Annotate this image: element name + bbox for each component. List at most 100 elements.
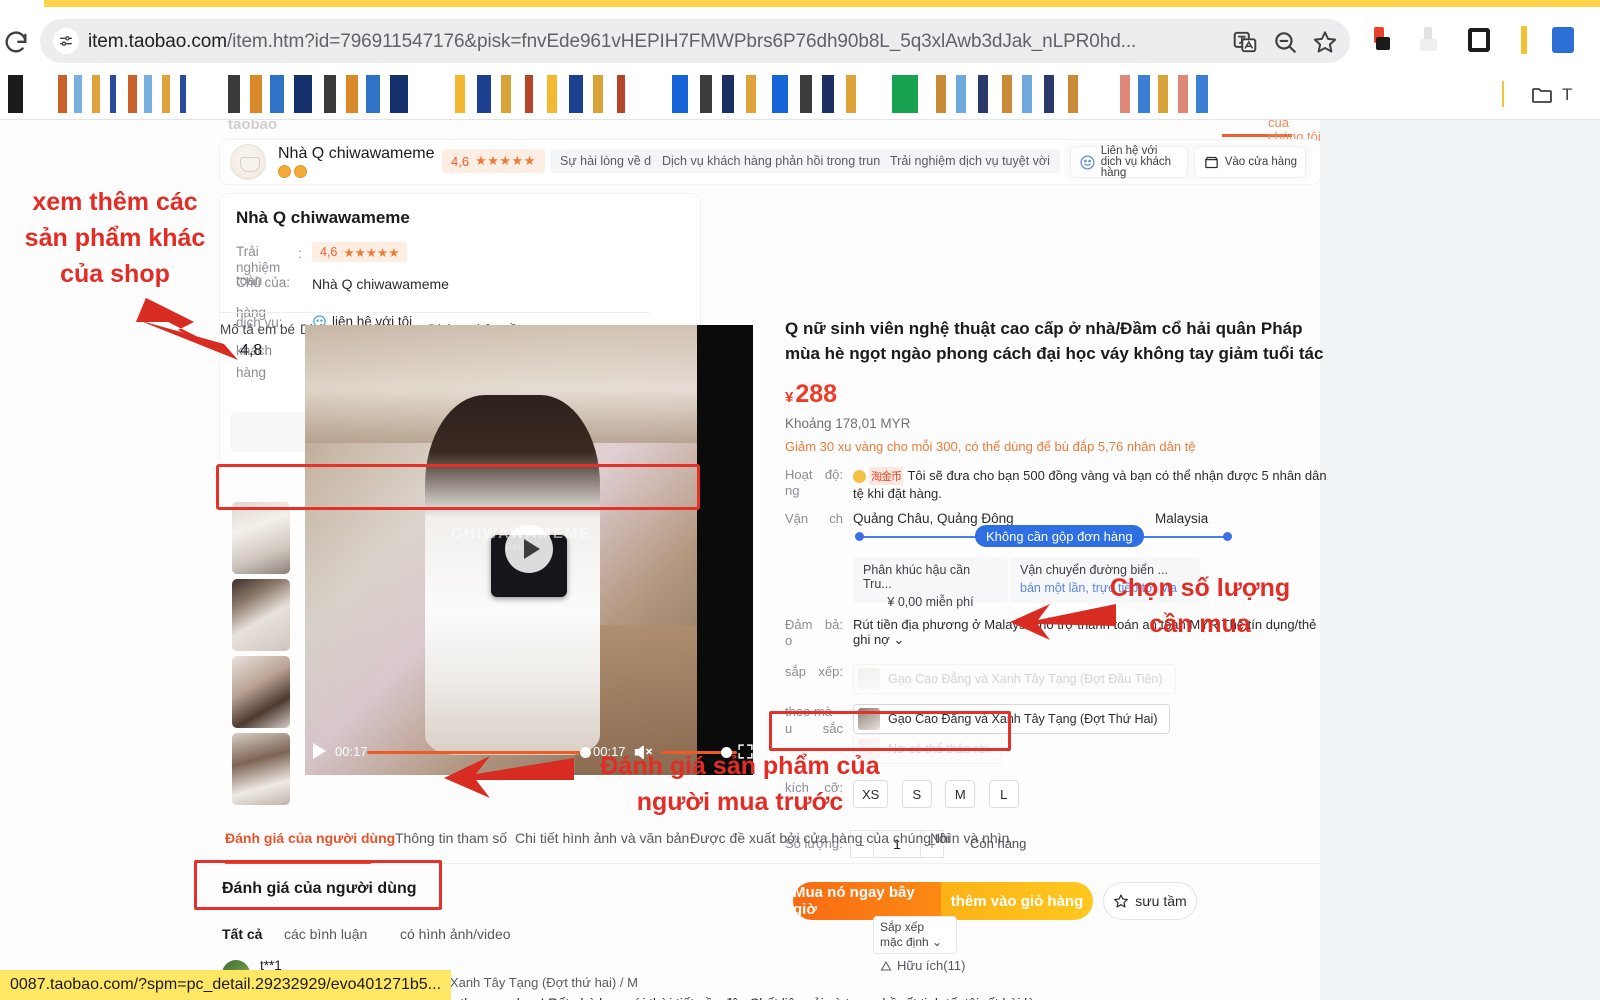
product-row-activity: Hoạt độ: ng 淘金币 Tôi sẽ đưa cho bạn 500 đồ… — [785, 467, 1330, 503]
extension-icon-4[interactable] — [1510, 25, 1540, 55]
ship-dot-origin — [855, 532, 864, 542]
tab-recommended[interactable]: Được đề xuất bởi cửa hàng của chúng tôi — [690, 830, 950, 846]
shop-actions: Liên hệ với dịch vụ khách hàng Vào cửa h… — [1063, 143, 1312, 181]
product-thumbnail[interactable] — [232, 733, 290, 805]
product-thumbnail[interactable] — [232, 579, 290, 651]
add-to-cart-button[interactable]: thêm vào giỏ hàng — [941, 882, 1093, 921]
product-title: Q nữ sinh viên nghệ thuật cao cấp ở nhà/… — [785, 319, 1324, 363]
bookmarks-bar: T — [0, 69, 1600, 119]
shop-avatar[interactable] — [230, 144, 266, 180]
url-path: /item.htm?id=796911547176&pisk=fnvEde961… — [226, 31, 1137, 52]
buy-now-button[interactable]: Mua nó ngay bây giờ — [793, 882, 941, 921]
extension-icon-3[interactable] — [1464, 25, 1494, 55]
review-sort-select[interactable]: Sắp xếp mặc định ⌄ — [873, 916, 957, 954]
favorite-button[interactable]: sưu tầm — [1103, 882, 1197, 921]
gold-coin-badge: 淘金币 — [853, 467, 903, 485]
product-promo-text: Giảm 30 xu vàng cho mỗi 300, có thể dùng… — [785, 439, 1196, 454]
tune-icon[interactable] — [53, 28, 79, 54]
size-option-l[interactable]: L — [988, 780, 1019, 809]
shop-medals — [278, 165, 307, 178]
status-bar-url: 0087.taobao.com/?spm=pc_detail.29232929/… — [0, 970, 452, 1000]
extension-icon-5[interactable] — [1548, 25, 1578, 55]
shipping-label: Vận ch — [785, 511, 843, 527]
review-helpful-label: Hữu ích(11) — [897, 958, 966, 973]
bookmark-item[interactable] — [455, 75, 625, 113]
tab-specs[interactable]: Thông tin tham số — [395, 830, 507, 846]
extension-icons — [1368, 25, 1600, 59]
annotation-arrow-shop-products — [136, 298, 238, 360]
enter-store-button[interactable]: Vào cửa hàng — [1193, 146, 1306, 178]
annotation-quantity-text: Chọn số lượng cần mua — [1109, 574, 1291, 638]
shop-info-divider — [220, 312, 650, 313]
video-play-overlay-button[interactable] — [505, 525, 553, 573]
chrome-divider — [0, 119, 1600, 120]
extension-icon-1[interactable] — [1368, 25, 1398, 55]
page-right-gutter — [1320, 120, 1600, 1000]
sku-option-first-batch[interactable]: Gạo Cao Đẳng và Xanh Tây Tạng (Đợt Đầu T… — [853, 664, 1176, 695]
review-filter-media[interactable]: có hình ảnh/video — [400, 926, 511, 942]
product-price: ¥288 — [785, 380, 1330, 409]
shop-info-title: Nhà Q chiwawameme — [236, 208, 410, 227]
translate-icon[interactable] — [1232, 29, 1258, 55]
bookmark-item[interactable] — [58, 75, 186, 113]
guarantee-label: Đảm bả: — [785, 617, 843, 633]
sku-option-first-batch-label: Gạo Cao Đẳng và Xanh Tây Tạng (Đợt Đầu T… — [888, 672, 1163, 687]
review-helpful-button[interactable]: Hữu ích(11) — [880, 958, 965, 973]
shop-name[interactable]: Nhà Q chiwawameme — [278, 145, 435, 163]
store-icon — [1203, 154, 1220, 171]
zoom-out-icon[interactable] — [1272, 29, 1298, 55]
shop-info-label-hang: hàng — [236, 365, 267, 380]
sku-thumbnail — [858, 668, 880, 691]
size-option-s[interactable]: S — [901, 780, 932, 809]
bookmark-star-icon[interactable] — [1312, 29, 1338, 55]
product-thumbnail[interactable] — [232, 502, 290, 574]
tab-look[interactable]: Nhìn và nhìn — [930, 830, 1009, 846]
smiley-icon — [1079, 154, 1096, 171]
reload-icon[interactable] — [2, 29, 30, 57]
coin-icon — [853, 469, 866, 483]
price-amount: 288 — [795, 380, 838, 408]
bookmark-item[interactable] — [672, 75, 872, 113]
taobao-logo-text: taobao — [228, 120, 278, 133]
shop-info-rating-stars: ★★★★★ — [343, 245, 400, 260]
bookmark-item[interactable] — [8, 75, 38, 113]
contact-customer-service-button[interactable]: Liên hệ với dịch vụ khách hàng — [1069, 145, 1188, 178]
url-text[interactable]: item.taobao.com/item.htm?id=796911547176… — [88, 30, 1168, 54]
tab-image-text-details[interactable]: Chi tiết hình ảnh và văn bản — [515, 830, 689, 846]
thumbs-up-icon — [880, 960, 892, 970]
ship-from: Quảng Châu, Quảng Đông — [853, 511, 1014, 527]
shop-info-rating-value: 4,6 — [320, 245, 338, 259]
product-price-approx: Khoảng 178,01 MYR — [785, 416, 911, 431]
bookmark-item[interactable] — [892, 75, 918, 113]
bookmark-item[interactable] — [1120, 75, 1212, 113]
bookmark-folder-label[interactable]: T — [1562, 85, 1572, 105]
shop-rating-stars: ★★★★★ — [475, 153, 536, 168]
currency-symbol: ¥ — [785, 389, 794, 406]
annotation-box-quantity — [769, 711, 1011, 751]
navigation-bar: item.taobao.com/item.htm?id=796911547176… — [0, 7, 1600, 69]
address-bar[interactable]: item.taobao.com/item.htm?id=796911547176… — [40, 19, 1350, 63]
activity-label: Hoạt độ: — [785, 467, 843, 482]
bookmark-item[interactable] — [228, 75, 410, 113]
shop-info-row-experience: Trải nghiệm : 4,6 ★★★★★ — [236, 242, 684, 275]
size-options: XS S M L — [853, 780, 1330, 809]
product-video-player[interactable]: CHIWAWAMEME Douyin 00:17 00:17 — [305, 325, 753, 775]
video-current-time: 00:17 — [335, 744, 368, 759]
size-option-m[interactable]: M — [945, 780, 976, 809]
shop-rating: 4,6 ★★★★★ — [442, 149, 545, 173]
bookmark-folder-icon[interactable] — [1530, 83, 1554, 105]
tab-user-reviews[interactable]: Đánh giá của người dùng — [225, 830, 395, 846]
purchase-buttons: Mua nó ngay bây giờ thêm vào giỏ hàng sư… — [785, 882, 1330, 921]
review-filter-all[interactable]: Tất cả — [222, 926, 262, 942]
product-tabs: Đánh giá của người dùng Thông tin tham s… — [220, 818, 1320, 864]
review-filter-comments[interactable]: các bình luận — [284, 926, 367, 942]
tab-strip-edge — [0, 0, 1600, 7]
ship-tag: Không cần gộp đơn hàng — [975, 525, 1144, 548]
url-host: item.taobao.com — [88, 31, 227, 52]
play-icon[interactable] — [313, 743, 326, 759]
bookmarks-separator — [1502, 81, 1504, 107]
shipping-card-domestic[interactable]: Phân khúc hậu cần Tru... ¥ 0,00 miễn phí — [853, 557, 1008, 609]
bookmark-item[interactable] — [936, 75, 1088, 113]
extension-icon-2[interactable] — [1416, 25, 1446, 55]
product-thumbnail[interactable] — [232, 656, 290, 728]
